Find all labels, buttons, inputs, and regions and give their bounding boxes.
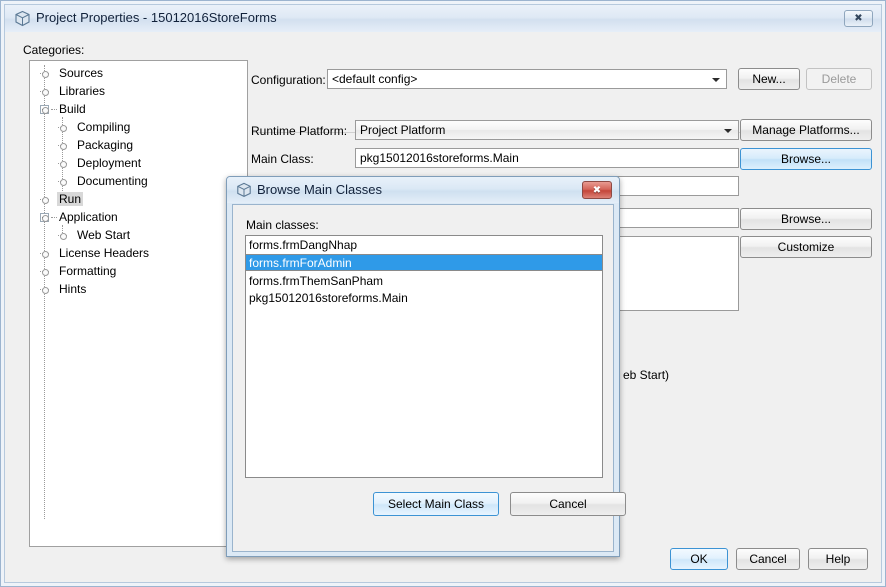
node-bullet-icon [42,89,49,96]
node-bullet-icon [42,71,49,78]
tree-item-label: Packaging [77,138,134,152]
help-button[interactable]: Help [808,548,868,570]
node-bullet-icon [42,215,49,222]
web-start-hint-text: eb Start) [623,368,670,382]
tree-item-label: Sources [59,66,104,80]
browse-working-dir-button[interactable]: Browse... [740,208,872,230]
tree-item-label: Application [59,210,118,224]
node-bullet-icon [60,143,67,150]
main-classes-label: Main classes: [246,218,319,232]
configuration-select[interactable]: <default config> [327,69,727,89]
close-icon[interactable]: ✖ [844,10,873,27]
dialog-cancel-button[interactable]: Cancel [510,492,626,516]
window-title: Project Properties - 15012016StoreForms [36,10,277,25]
chevron-down-icon [712,78,720,82]
tree-item-label: Libraries [59,84,106,98]
node-bullet-icon [60,161,67,168]
configuration-label: Configuration: [251,73,326,87]
title-bar[interactable]: Project Properties - 15012016StoreForms … [5,5,881,33]
runtime-platform-select[interactable]: Project Platform [355,120,739,140]
tree-item-label: Documenting [77,174,148,188]
close-icon[interactable]: ✖ [582,181,612,199]
node-bullet-icon [42,251,49,258]
customize-button[interactable]: Customize [740,236,872,258]
tree-item-label: Run [57,192,84,206]
box-icon [237,182,251,198]
tree-item-label: Build [59,102,86,116]
chevron-down-icon [724,129,732,133]
node-bullet-icon [42,197,49,204]
tree-item-label: Hints [59,282,87,296]
ok-button[interactable]: OK [670,548,728,570]
delete-button: Delete [806,68,872,90]
tree-item-label: Formatting [59,264,117,278]
list-item[interactable]: forms.frmDangNhap [246,237,602,254]
dialog-title: Browse Main Classes [257,182,382,197]
tree-item-label: Compiling [77,120,131,134]
node-bullet-icon [60,233,67,240]
runtime-platform-label: Runtime Platform: [251,124,348,138]
tree-item-label: Deployment [77,156,142,170]
categories-tree[interactable]: Sources Libraries Build Compiling Packag… [29,60,248,547]
tree-item-label: License Headers [59,246,150,260]
box-icon [15,10,30,27]
new-button[interactable]: New... [738,68,800,90]
list-item[interactable]: pkg15012016storeforms.Main [246,290,602,307]
browse-main-classes-dialog: Browse Main Classes ✖ Main classes: form… [226,176,626,557]
browse-main-class-button[interactable]: Browse... [740,148,872,170]
list-item[interactable]: forms.frmForAdmin [246,254,602,271]
cancel-button[interactable]: Cancel [736,548,800,570]
categories-label: Categories: [23,43,85,57]
node-bullet-icon [42,269,49,276]
list-item[interactable]: forms.frmThemSanPham [246,273,602,290]
tree-item-label: Web Start [77,228,131,242]
configuration-value: <default config> [332,72,418,86]
main-classes-listbox[interactable]: forms.frmDangNhap forms.frmForAdmin form… [245,235,603,478]
runtime-platform-value: Project Platform [360,123,446,137]
main-class-label: Main Class: [251,152,314,166]
dialog-title-bar[interactable]: Browse Main Classes ✖ [227,177,619,203]
main-class-value: pkg15012016storeforms.Main [360,151,519,165]
node-bullet-icon [60,179,67,186]
dialog-body: Main classes: forms.frmDangNhap forms.fr… [232,204,626,552]
node-bullet-icon [60,125,67,132]
main-class-input[interactable]: pkg15012016storeforms.Main [355,148,739,168]
node-bullet-icon [42,287,49,294]
node-bullet-icon [42,107,49,114]
manage-platforms-button[interactable]: Manage Platforms... [740,119,872,141]
select-main-class-button[interactable]: Select Main Class [373,492,499,516]
